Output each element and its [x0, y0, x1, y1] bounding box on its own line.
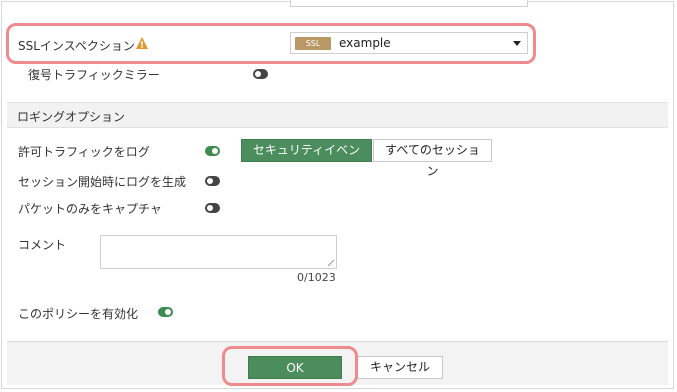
- comment-textarea[interactable]: [100, 235, 337, 269]
- toggle-knob: [165, 309, 171, 315]
- comment-char-counter: 0/1023: [297, 271, 336, 284]
- resize-handle-icon[interactable]: [328, 260, 334, 266]
- previous-field-input[interactable]: [290, 0, 528, 7]
- toggle-knob: [207, 178, 213, 184]
- log-session-start-label: セッション開始時にログを生成: [18, 175, 187, 189]
- enable-policy-label: このポリシーを有効化: [18, 307, 139, 321]
- capture-packets-label: パケットのみをキャプチャ: [18, 202, 162, 216]
- cancel-button[interactable]: キャンセル: [357, 356, 443, 379]
- log-allowed-toggle[interactable]: [205, 146, 220, 156]
- log-allowed-label: 許可トラフィックをログ: [18, 145, 150, 159]
- logging-section-title: ロギングオプション: [17, 110, 126, 124]
- logging-section-header: ロギングオプション: [7, 102, 668, 128]
- toggle-knob: [212, 148, 218, 154]
- enable-policy-toggle[interactable]: [158, 307, 173, 317]
- comment-label: コメント: [18, 238, 67, 252]
- toggle-knob: [255, 71, 261, 77]
- capture-packets-toggle[interactable]: [205, 203, 220, 213]
- decrypted-mirror-label: 復号トラフィックミラー: [28, 68, 160, 82]
- option-security-events[interactable]: セキュリティイベント: [241, 139, 372, 178]
- log-session-start-toggle[interactable]: [205, 176, 220, 186]
- ok-highlight-frame: [222, 346, 358, 386]
- ssl-highlight-frame: [6, 23, 536, 64]
- toggle-knob: [207, 205, 213, 211]
- decrypted-mirror-toggle[interactable]: [253, 69, 268, 79]
- option-all-sessions[interactable]: すべてのセッション: [373, 139, 492, 178]
